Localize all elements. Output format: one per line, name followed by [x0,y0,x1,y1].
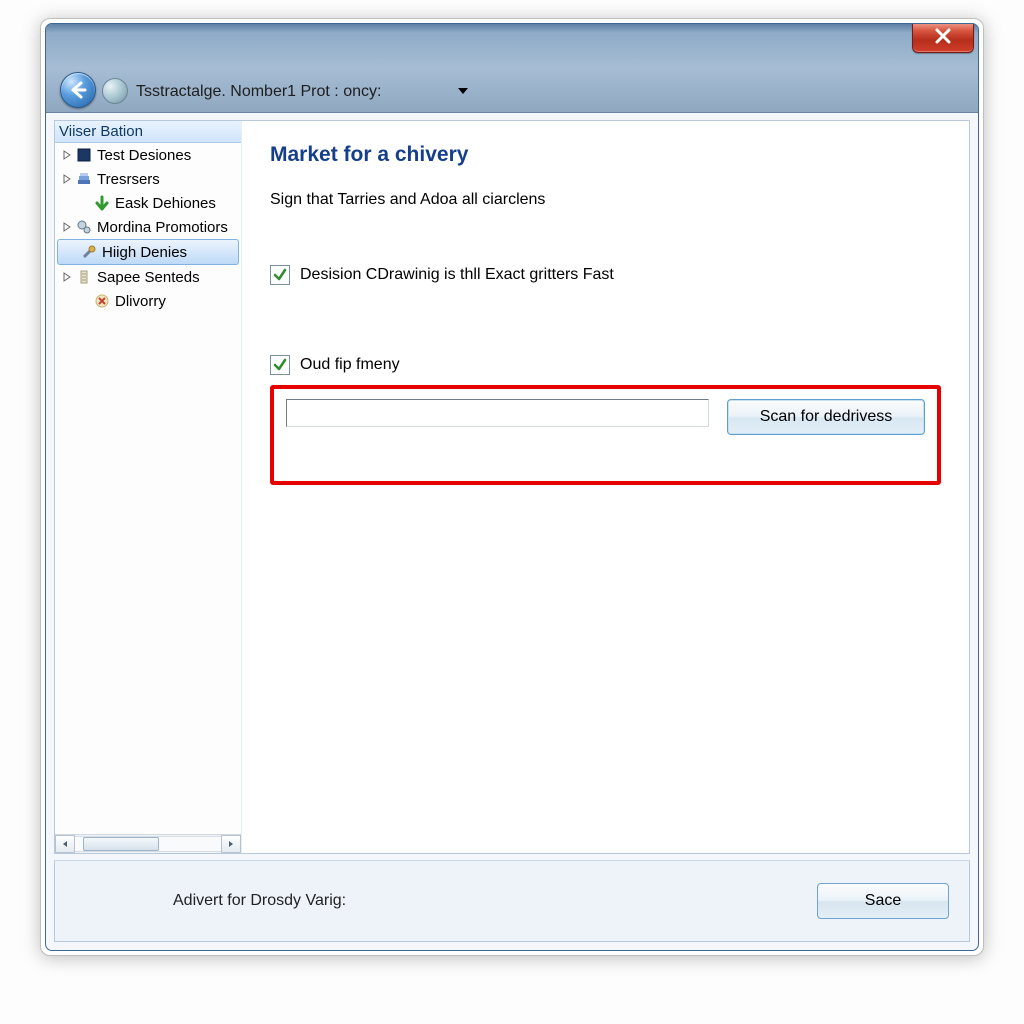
tree-item-dlivorry[interactable]: Dlivorry [55,289,241,313]
cross-icon [93,292,111,310]
back-button[interactable] [60,72,96,108]
check-icon [273,358,287,372]
scroll-track[interactable] [75,836,221,852]
page-heading: Market for a chivery [270,143,941,167]
checkbox-desision[interactable] [270,265,290,285]
chevron-right-icon [61,149,73,161]
chevron-left-icon [61,840,69,848]
highlighted-scan-region: Scan for dedrivess [270,385,941,485]
tree-item-label: Tresrsers [97,171,160,188]
chevron-right-icon [227,840,235,848]
tree-header[interactable]: Viiser Bation [55,121,241,143]
chevron-right-icon [61,173,73,185]
checkbox-oud[interactable] [270,355,290,375]
tree-item-test-desiones[interactable]: Test Desiones [55,143,241,167]
checkbox-label: Oud fip fmeny [300,356,400,374]
tree-item-hiigh-denies[interactable]: Hiigh Denies [57,239,239,265]
gears-icon [75,218,93,236]
scroll-right-button[interactable] [221,835,241,853]
tree-item-label: Eask Dehiones [115,195,216,212]
square-icon [75,146,93,164]
globe-icon [102,78,128,104]
checkbox-row-oud: Oud fip fmeny [270,355,941,375]
scroll-left-button[interactable] [55,835,75,853]
tree-item-tresrsers[interactable]: Tresrsers [55,167,241,191]
check-icon [273,268,287,282]
chevron-down-icon[interactable] [456,84,470,98]
footer-advert-label: Adivert for Drosdy Varig: [173,892,346,910]
tools-icon [80,243,98,261]
tree-item-sapee-senteds[interactable]: Sapee Senteds [55,265,241,289]
dialog-footer: Adivert for Drosdy Varig: Sace [54,860,970,942]
save-button[interactable]: Sace [817,883,949,919]
tree-item-label: Dlivorry [115,293,166,310]
tree-item-eask-dehiones[interactable]: Eask Dehiones [55,191,241,215]
address-text: Tsstractalge. Nomber1 Prot : oncy: [136,83,381,101]
chevron-right-icon [61,271,73,283]
sidebar-tree: Viiser Bation Test Desiones [55,121,242,853]
path-input[interactable] [286,399,709,427]
close-icon [933,26,953,46]
scan-button[interactable]: Scan for dedrivess [727,399,925,435]
tree-item-mordina-promotiors[interactable]: Mordina Promotiors [55,215,241,239]
chevron-right-icon [61,221,73,233]
main-content: Market for a chivery Sign that Tarries a… [242,121,969,853]
back-arrow-icon [68,80,88,100]
down-arrow-icon [93,194,111,212]
close-button[interactable] [912,23,974,53]
column-icon [75,268,93,286]
scroll-thumb[interactable] [83,837,159,851]
page-description: Sign that Tarries and Adoa all ciarclens [270,191,941,209]
tree-item-label: Mordina Promotiors [97,219,228,236]
stack-icon [75,170,93,188]
checkbox-row-desision: Desision CDrawinig is thll Exact gritter… [270,265,941,285]
tree-item-label: Sapee Senteds [97,269,200,286]
tree-item-label: Test Desiones [97,147,191,164]
address-bar[interactable]: Tsstractalge. Nomber1 Prot : oncy: [136,80,381,104]
tree-item-label: Hiigh Denies [102,244,187,261]
checkbox-label: Desision CDrawinig is thll Exact gritter… [300,266,614,284]
sidebar-horizontal-scrollbar[interactable] [55,834,241,853]
window-titlebar: Tsstractalge. Nomber1 Prot : oncy: [46,24,978,113]
